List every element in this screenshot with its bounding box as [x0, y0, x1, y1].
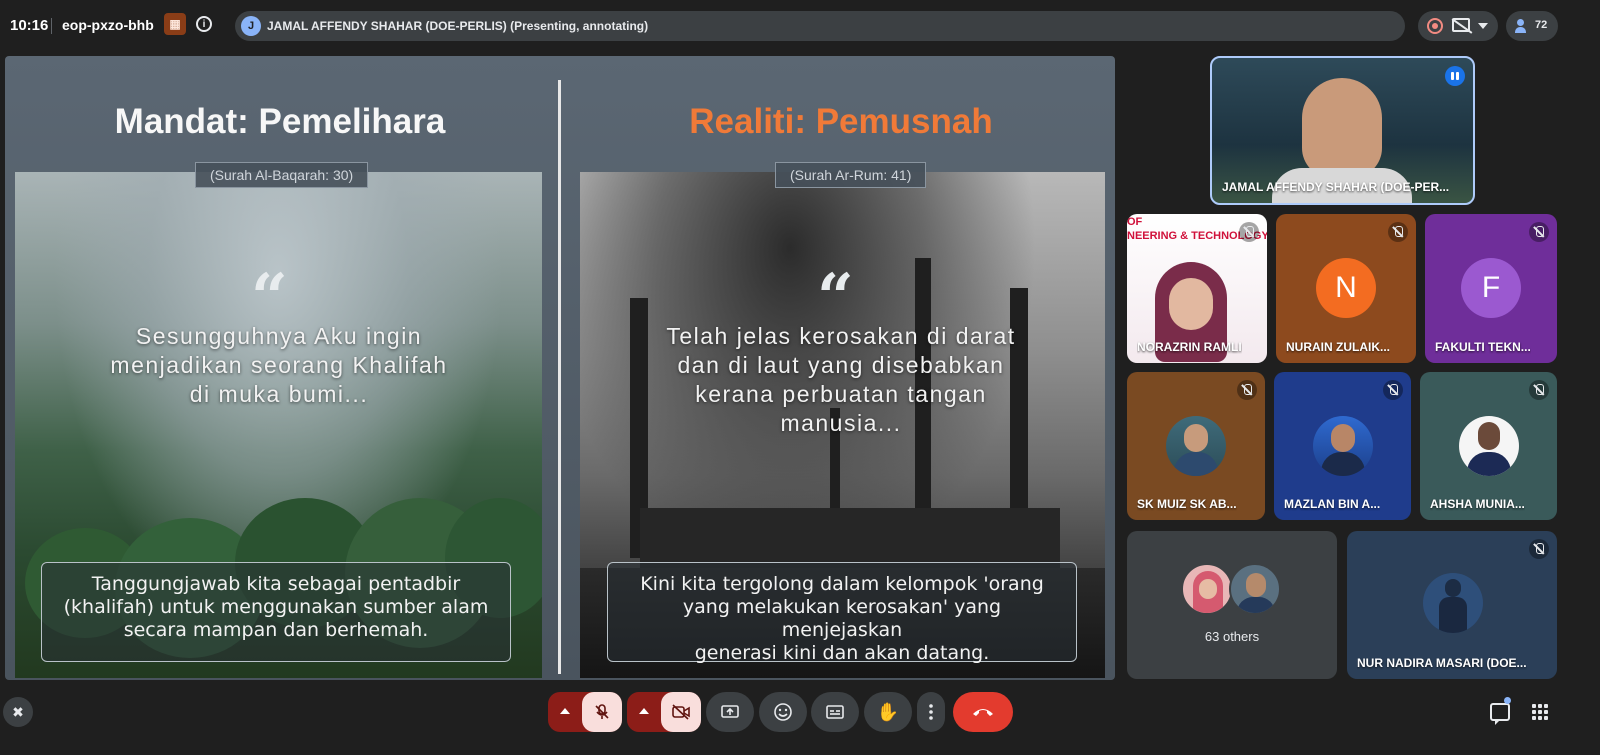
- chat-icon[interactable]: [1490, 703, 1510, 725]
- mic-off-icon: [1388, 222, 1408, 242]
- leave-call-button[interactable]: [953, 692, 1013, 732]
- participant-name: NURAIN ZULAIK...: [1286, 340, 1390, 354]
- camera-off-icon: [672, 704, 690, 720]
- participant-tile-nadira[interactable]: NUR NADIRA MASARI (DOE...: [1347, 531, 1557, 679]
- speaking-icon: [1445, 66, 1465, 86]
- presenter-banner[interactable]: J JAMAL AFFENDY SHAHAR (DOE-PERLIS) (Pre…: [235, 11, 1405, 41]
- recording-controls[interactable]: [1418, 11, 1498, 41]
- participant-name: AHSHA MUNIA...: [1430, 497, 1525, 511]
- present-screen-button[interactable]: [706, 692, 754, 732]
- participant-tile-skmuiz[interactable]: SK MUIZ SK AB...: [1127, 372, 1265, 520]
- meeting-code[interactable]: eop-pxzo-bhb: [62, 17, 154, 33]
- slide-divider: [558, 80, 561, 674]
- host-controls-icon[interactable]: ▦: [164, 13, 186, 35]
- divider: [51, 18, 52, 34]
- participant-video: [1302, 78, 1382, 178]
- presenter-status: JAMAL AFFENDY SHAHAR (DOE-PERLIS) (Prese…: [267, 19, 649, 33]
- phone-hangup-icon: [973, 709, 993, 716]
- participant-name: SK MUIZ SK AB...: [1137, 497, 1237, 511]
- quote-text-left: Sesungguhnya Aku ingin menjadikan seoran…: [110, 323, 448, 407]
- mic-off-icon: [1529, 222, 1549, 242]
- note-box-right: Kini kita tergolong dalam kelompok 'oran…: [607, 562, 1077, 664]
- quote-icon: “: [251, 260, 288, 335]
- mic-off-icon: [595, 704, 609, 719]
- chevron-up-icon[interactable]: [560, 708, 570, 714]
- mic-off-icon: [1529, 539, 1549, 559]
- banner-text: OF: [1127, 216, 1143, 228]
- record-icon[interactable]: [1427, 18, 1443, 34]
- quote-text-right: Telah jelas kerosakan di darat dan di la…: [666, 323, 1016, 436]
- shared-screen: Mandat: Pemelihara Realiti: Pemusnah (Su…: [5, 56, 1115, 680]
- participant-tile-norazrin[interactable]: OF NEERING & TECHNOLOGY NORAZRIN RAMLI: [1127, 214, 1267, 363]
- top-bar: 10:16 eop-pxzo-bhb ▦ i J JAMAL AFFENDY S…: [0, 0, 1600, 50]
- cast-off-icon[interactable]: [1452, 18, 1470, 32]
- info-icon[interactable]: i: [196, 16, 212, 32]
- avatar: [1458, 416, 1519, 476]
- flash-off-icon[interactable]: ✖: [3, 697, 33, 727]
- more-options-button[interactable]: [917, 692, 945, 732]
- notification-dot: [1504, 697, 1511, 704]
- mic-off-icon: [1383, 380, 1403, 400]
- avatar: [1229, 563, 1281, 615]
- participant-name: NUR NADIRA MASARI (DOE...: [1357, 656, 1527, 670]
- citation-right: (Surah Ar-Rum: 41): [775, 162, 927, 188]
- people-icon: [1515, 19, 1529, 33]
- mic-off-button[interactable]: [582, 692, 622, 732]
- citation-left: (Surah Al-Baqarah: 30): [195, 162, 369, 188]
- raise-hand-button[interactable]: ✋: [864, 692, 912, 732]
- participant-name: MAZLAN BIN A...: [1284, 497, 1381, 511]
- mic-toggle-group[interactable]: [548, 692, 622, 732]
- participant-tile-ahsha[interactable]: AHSHA MUNIA...: [1420, 372, 1557, 520]
- mic-off-icon: [1239, 222, 1259, 242]
- avatar: N: [1316, 258, 1376, 318]
- camera-off-button[interactable]: [661, 692, 701, 732]
- avatar: F: [1461, 258, 1521, 318]
- captions-icon: [826, 705, 844, 719]
- participant-video: [1169, 278, 1213, 330]
- avatar: [1181, 563, 1233, 615]
- people-button[interactable]: 72: [1506, 11, 1558, 41]
- avatar: [1312, 416, 1373, 476]
- avatar: [1166, 416, 1226, 476]
- mic-off-icon: [1529, 380, 1549, 400]
- apps-icon[interactable]: [1532, 704, 1548, 720]
- participant-count: 72: [1535, 19, 1548, 31]
- hand-icon: ✋: [876, 702, 900, 722]
- mic-off-icon: [1237, 380, 1257, 400]
- emoji-icon: [774, 703, 792, 721]
- quote-icon: “: [817, 260, 854, 335]
- participant-tile-fakulti[interactable]: F FAKULTI TEKN...: [1425, 214, 1557, 363]
- clock: 10:16: [10, 17, 49, 34]
- captions-button[interactable]: [811, 692, 859, 732]
- participant-tile-nurain[interactable]: N NURAIN ZULAIK...: [1276, 214, 1416, 363]
- presenter-avatar: J: [241, 16, 261, 36]
- chevron-down-icon[interactable]: [1478, 23, 1488, 29]
- slide-title-right: Realiti: Pemusnah: [689, 102, 993, 141]
- camera-toggle-group[interactable]: [627, 692, 701, 732]
- others-count: 63 others: [1204, 629, 1260, 644]
- avatar: [1423, 573, 1483, 633]
- chevron-up-icon[interactable]: [639, 708, 649, 714]
- participant-tile-presenter[interactable]: JAMAL AFFENDY SHAHAR (DOE-PER...: [1210, 56, 1475, 205]
- participant-name: NORAZRIN RAMLI: [1137, 340, 1242, 354]
- reactions-button[interactable]: [759, 692, 807, 732]
- present-icon: [721, 705, 739, 718]
- slide-title-left: Mandat: Pemelihara: [114, 102, 446, 141]
- more-vert-icon: [929, 704, 933, 720]
- participant-tile-others[interactable]: 63 others: [1127, 531, 1337, 679]
- participant-name: JAMAL AFFENDY SHAHAR (DOE-PER...: [1222, 180, 1450, 194]
- participant-tile-mazlan[interactable]: MAZLAN BIN A...: [1274, 372, 1411, 520]
- participant-name: FAKULTI TEKN...: [1435, 340, 1531, 354]
- note-box-left: Tanggungjawab kita sebagai pentadbir (kh…: [41, 562, 511, 662]
